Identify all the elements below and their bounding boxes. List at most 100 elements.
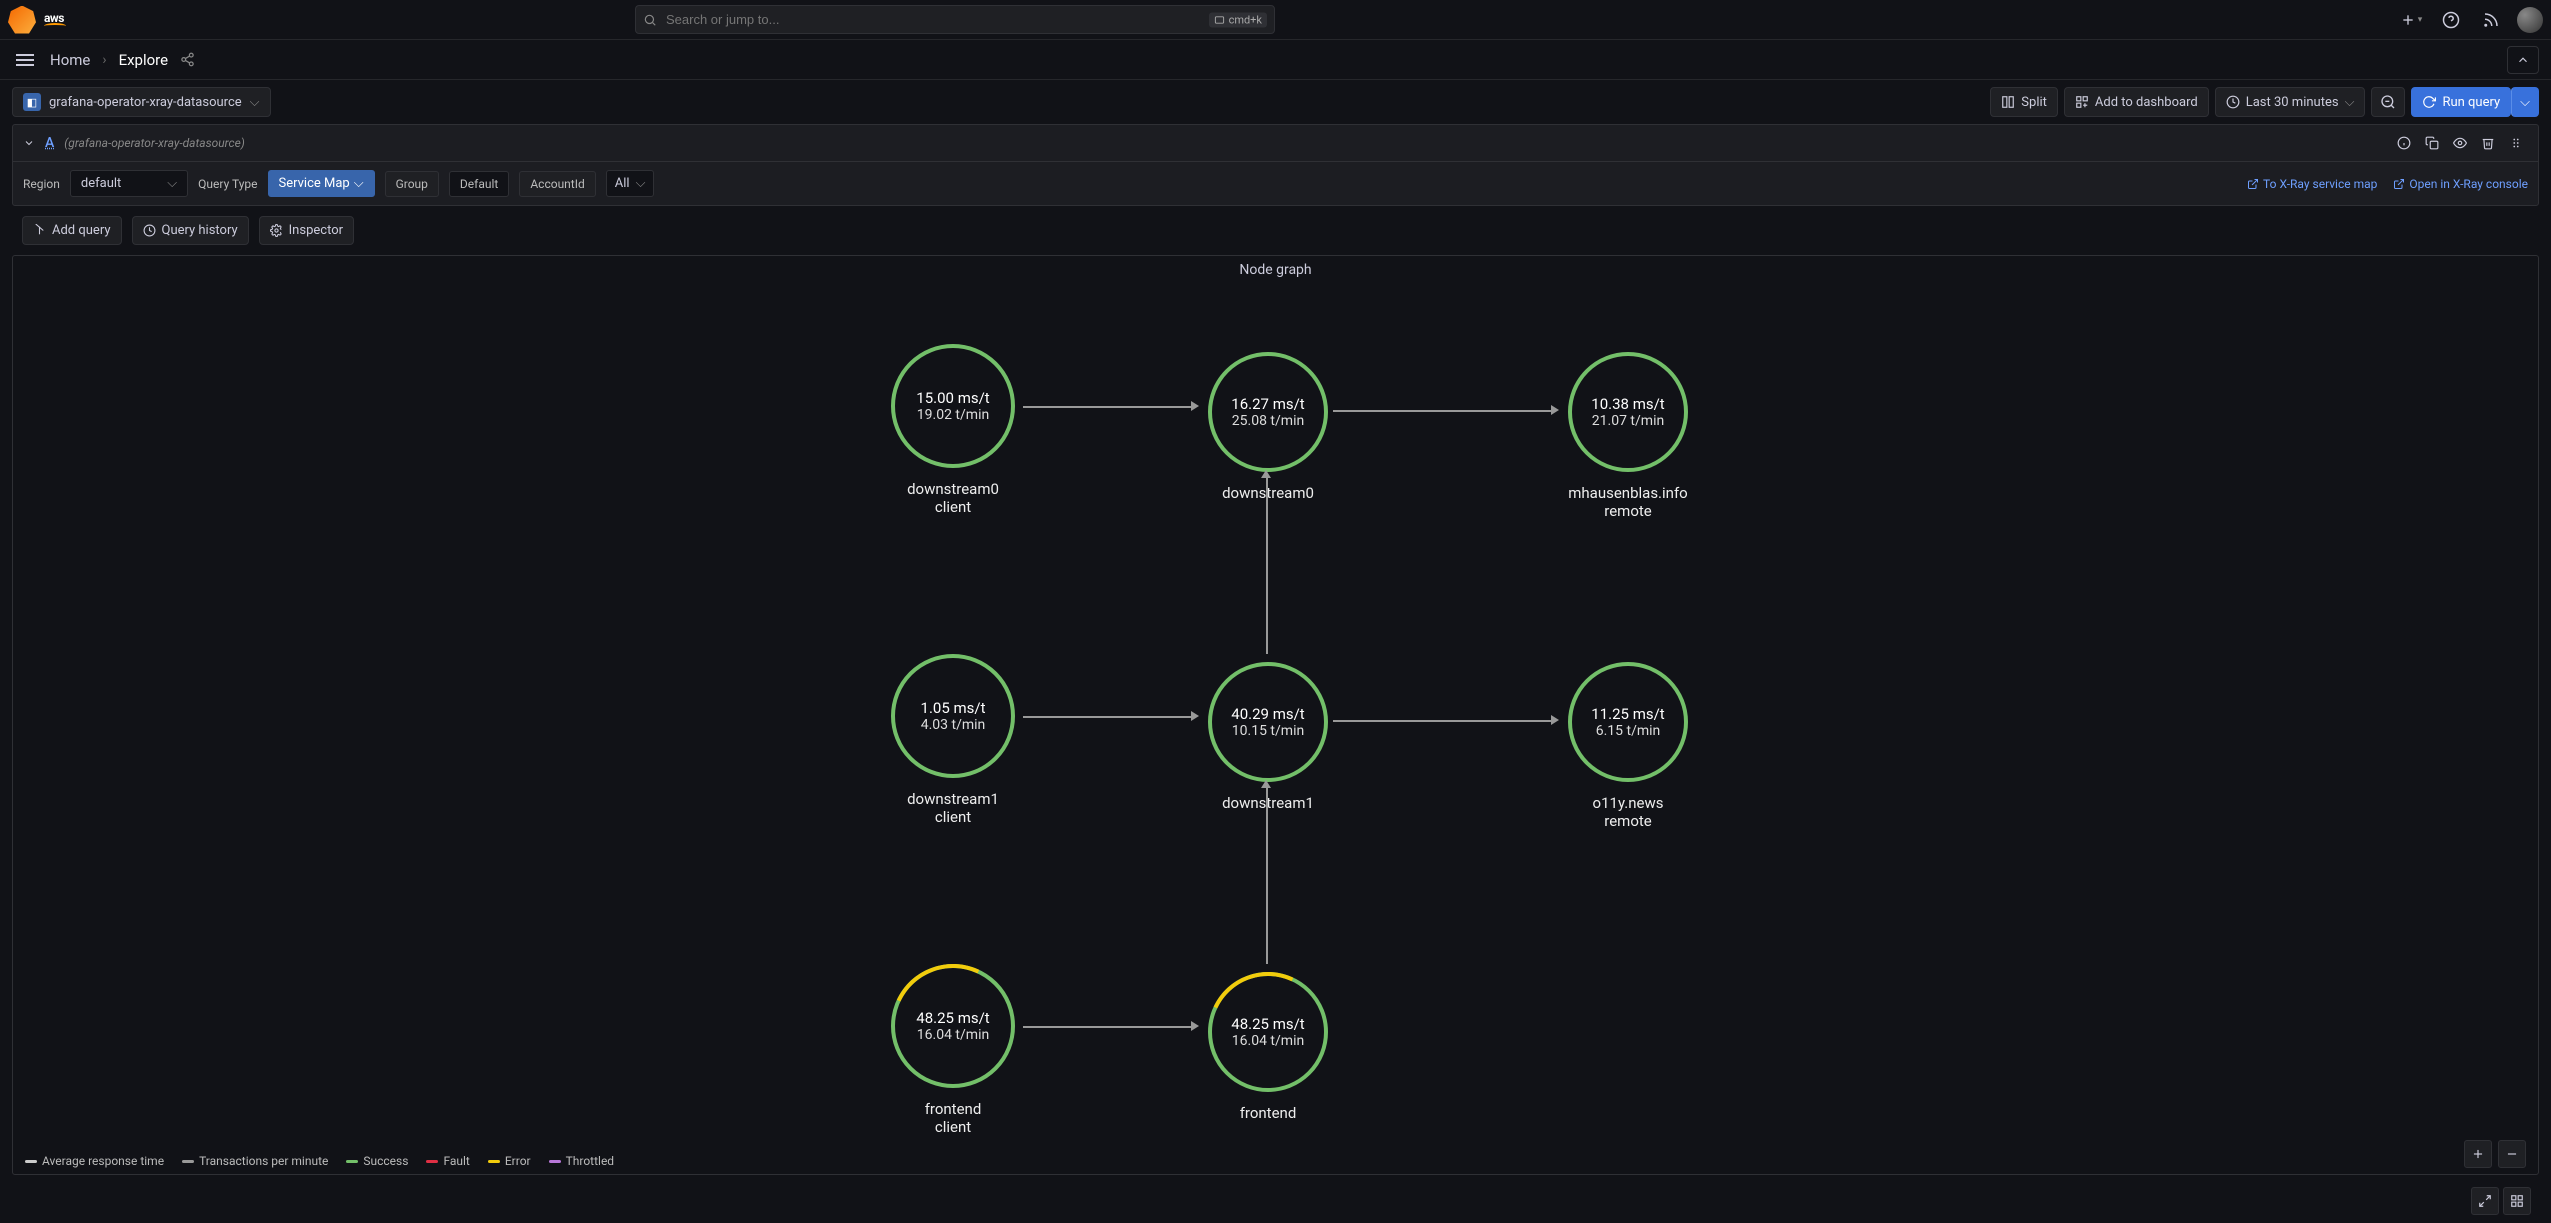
graph-edge	[1023, 1026, 1193, 1028]
zoom-out-time-button[interactable]	[2371, 87, 2405, 117]
zoom-in-button[interactable]	[2464, 1140, 2492, 1168]
node-stat-tpm: 16.04 t/min	[917, 1027, 989, 1043]
grid-view-button[interactable]	[2503, 1187, 2531, 1215]
node-label: downstream0	[1198, 484, 1338, 502]
node-frontend-client[interactable]: 48.25 ms/t16.04 t/min frontend client	[883, 964, 1023, 1136]
news-icon[interactable]	[2477, 6, 2505, 34]
node-downstream0[interactable]: 16.27 ms/t25.08 t/min downstream0	[1198, 352, 1338, 502]
node-stat-ms: 16.27 ms/t	[1231, 395, 1304, 413]
aws-logo: aws	[44, 11, 66, 29]
query-actions: Add query Query history Inspector	[0, 212, 2551, 255]
kbd-hint-text: cmd+k	[1229, 13, 1262, 26]
run-query-label: Run query	[2442, 95, 2500, 110]
legend-fault: Fault	[426, 1154, 469, 1168]
graph-legend: Average response time Transactions per m…	[25, 1154, 614, 1168]
node-stat-tpm: 25.08 t/min	[1232, 413, 1304, 429]
datasource-help-icon[interactable]	[2392, 131, 2416, 155]
xray-console-link[interactable]: Open in X-Ray console	[2393, 177, 2528, 191]
add-menu-button[interactable]: ▾	[2397, 6, 2425, 34]
query-history-button[interactable]: Query history	[132, 216, 249, 245]
zoom-out-button[interactable]	[2498, 1140, 2526, 1168]
inspector-button[interactable]: Inspector	[259, 216, 354, 245]
xray-service-map-link[interactable]: To X-Ray service map	[2247, 177, 2377, 191]
crumb-separator: ›	[102, 52, 106, 68]
expand-button[interactable]	[2471, 1187, 2499, 1215]
share-icon[interactable]	[180, 52, 195, 67]
node-stat-tpm: 10.15 t/min	[1232, 723, 1304, 739]
node-downstream1[interactable]: 40.29 ms/t10.15 t/min downstream1	[1198, 662, 1338, 812]
node-stat-ms: 11.25 ms/t	[1591, 705, 1664, 723]
time-range-picker[interactable]: Last 30 minutes ⌵	[2215, 87, 2366, 117]
top-bar: aws cmd+k ▾	[0, 0, 2551, 40]
xray-console-link-label: Open in X-Ray console	[2409, 177, 2528, 191]
add-query-button[interactable]: Add query	[22, 216, 122, 245]
datasource-name: grafana-operator-xray-datasource	[49, 95, 242, 110]
run-query-button[interactable]: Run query	[2411, 87, 2511, 117]
drag-query-icon[interactable]	[2504, 131, 2528, 155]
chevron-down-icon: ⌵	[2345, 95, 2355, 110]
split-button[interactable]: Split	[1990, 87, 2058, 117]
menu-toggle[interactable]	[12, 50, 38, 70]
region-select[interactable]: default ⌵	[70, 170, 188, 197]
graph-edge	[1333, 720, 1553, 722]
crumb-explore[interactable]: Explore	[119, 51, 169, 69]
search-icon	[643, 13, 657, 27]
node-o11y-news[interactable]: 11.25 ms/t6.15 t/min o11y.news remote	[1558, 662, 1698, 830]
node-mhausenblas[interactable]: 10.38 ms/t21.07 t/min mhausenblas.info r…	[1558, 352, 1698, 520]
node-label: frontend	[1198, 1104, 1338, 1122]
chevron-down-icon: ⌵	[167, 176, 177, 191]
region-label: Region	[23, 177, 60, 191]
node-downstream1-client[interactable]: 1.05 ms/t4.03 t/min downstream1 client	[883, 654, 1023, 826]
node-stat-ms: 48.25 ms/t	[916, 1009, 989, 1027]
account-select[interactable]: All ⌵	[606, 170, 655, 197]
legend-avg: Average response time	[25, 1154, 164, 1168]
duplicate-query-icon[interactable]	[2420, 131, 2444, 155]
node-label: frontend client	[883, 1100, 1023, 1136]
toggle-query-icon[interactable]	[2448, 131, 2472, 155]
search-input[interactable]	[635, 5, 1275, 34]
delete-query-icon[interactable]	[2476, 131, 2500, 155]
query-type-select[interactable]: Service Map ⌵	[268, 170, 375, 197]
crumb-home[interactable]: Home	[50, 51, 90, 69]
account-value: All	[615, 176, 630, 191]
node-stat-ms: 10.38 ms/t	[1591, 395, 1664, 413]
node-label: mhausenblas.info remote	[1558, 484, 1698, 520]
add-query-label: Add query	[52, 223, 111, 238]
legend-success: Success	[346, 1154, 408, 1168]
chevron-down-icon: ⌵	[2520, 95, 2530, 110]
grafana-logo[interactable]	[8, 6, 36, 34]
graph-edge	[1023, 716, 1193, 718]
query-type-label: Query Type	[198, 177, 257, 191]
run-query-options-button[interactable]: ⌵	[2511, 87, 2539, 117]
datasource-picker[interactable]: ◧ grafana-operator-xray-datasource ⌵	[12, 87, 271, 117]
query-type-value: Service Map	[279, 176, 350, 191]
chevron-down-icon: ▾	[2418, 15, 2423, 25]
graph-edge	[1023, 406, 1193, 408]
user-avatar[interactable]	[2517, 7, 2543, 33]
chevron-down-icon: ⌵	[354, 176, 364, 191]
help-icon[interactable]	[2437, 6, 2465, 34]
graph-edge	[1266, 474, 1268, 654]
arrow-icon	[1261, 470, 1271, 478]
query-collapse-toggle[interactable]	[23, 137, 35, 149]
node-stat-tpm: 19.02 t/min	[917, 407, 989, 423]
toolbar-actions: Split Add to dashboard Last 30 minutes ⌵…	[1990, 87, 2539, 117]
collapse-panel-button[interactable]	[2507, 46, 2539, 74]
node-frontend[interactable]: 48.25 ms/t16.04 t/min frontend	[1198, 972, 1338, 1122]
query-letter[interactable]: A	[45, 135, 54, 151]
query-header: A (grafana-operator-xray-datasource)	[13, 125, 2538, 162]
add-to-dashboard-button[interactable]: Add to dashboard	[2064, 87, 2209, 117]
group-value[interactable]: Default	[449, 171, 509, 197]
node-downstream0-client[interactable]: 15.00 ms/t19.02 t/min downstream0 client	[883, 344, 1023, 516]
explore-toolbar: ◧ grafana-operator-xray-datasource ⌵ Spl…	[0, 80, 2551, 124]
node-stat-tpm: 21.07 t/min	[1592, 413, 1664, 429]
query-card: A (grafana-operator-xray-datasource) Reg…	[12, 124, 2539, 206]
query-header-actions	[2392, 131, 2528, 155]
graph-canvas[interactable]: 15.00 ms/t19.02 t/min downstream0 client…	[13, 284, 2538, 1142]
node-graph-panel: Node graph 15.00 ms/t19.02 t/min downstr…	[12, 255, 2539, 1175]
top-right: ▾	[2397, 6, 2543, 34]
logo-group: aws	[8, 6, 66, 34]
graph-zoom-controls	[2464, 1140, 2526, 1168]
arrow-icon	[1261, 780, 1271, 788]
add-to-dashboard-label: Add to dashboard	[2095, 95, 2198, 110]
